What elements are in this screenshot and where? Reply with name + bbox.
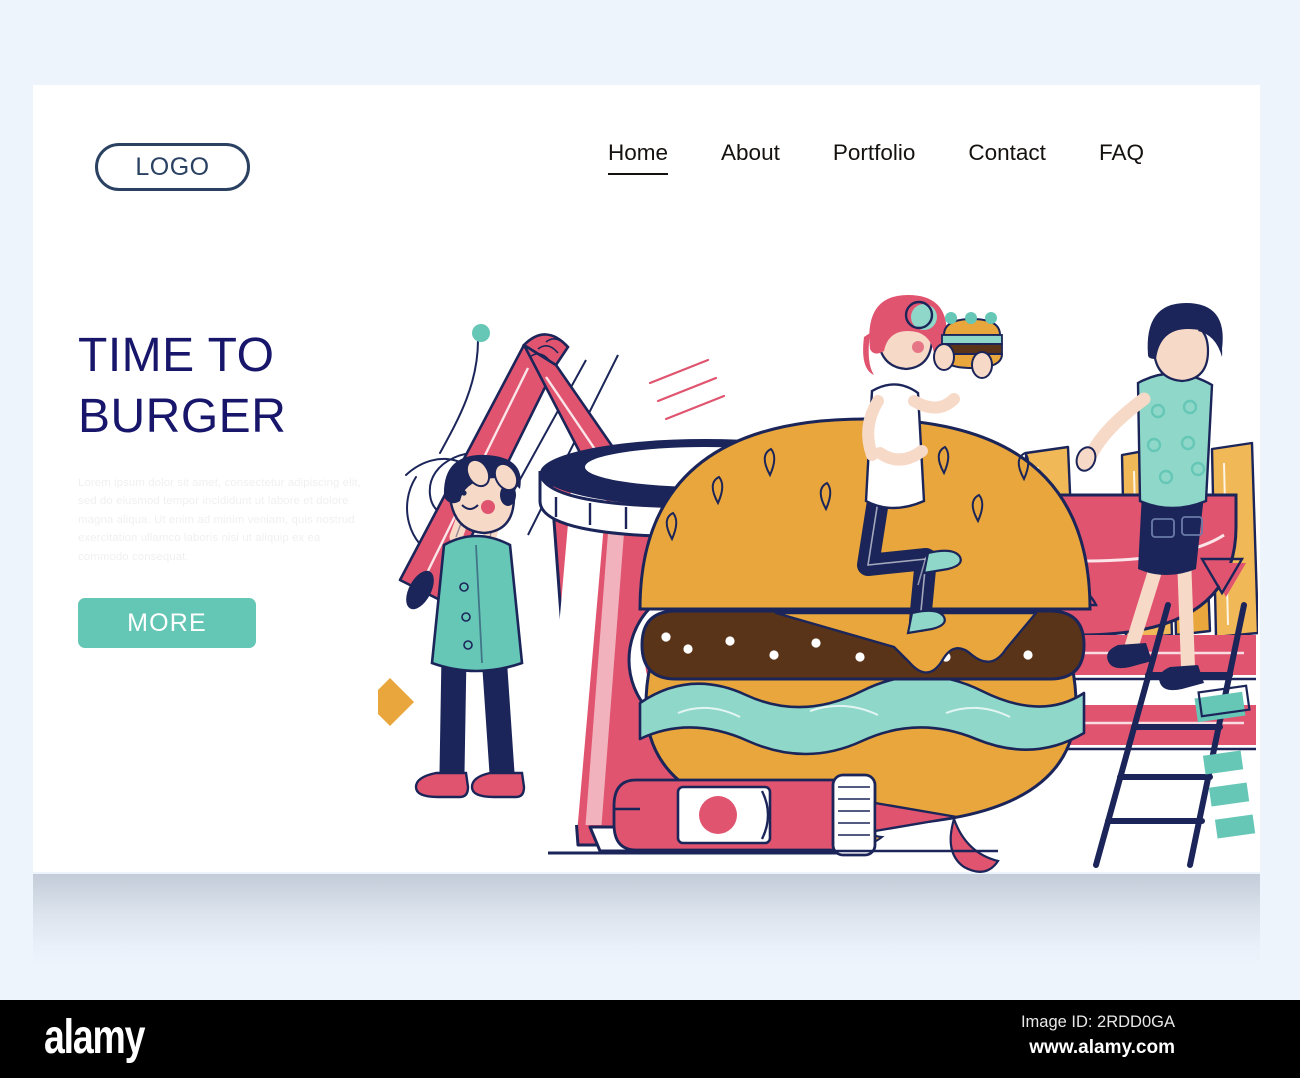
character-man-lifting-straw: [414, 454, 526, 799]
nav-item-portfolio[interactable]: Portfolio: [833, 140, 916, 173]
more-button[interactable]: MORE: [78, 598, 256, 649]
nav-item-about[interactable]: About: [721, 140, 780, 173]
page-title: TIME TO BURGER: [78, 329, 287, 444]
site-header: LOGO Home About Portfolio Contact FAQ: [33, 85, 1260, 205]
nav-item-contact[interactable]: Contact: [968, 140, 1046, 173]
alamy-url: www.alamy.com: [1029, 1037, 1175, 1058]
hero-illustration: [378, 205, 1258, 885]
decor-speed-lines: [648, 358, 726, 421]
page-stage: LOGO Home About Portfolio Contact FAQ TI…: [0, 0, 1300, 1000]
decor-dot-teal: [472, 324, 490, 342]
landing-page-card: LOGO Home About Portfolio Contact FAQ TI…: [33, 85, 1260, 873]
nav-item-faq[interactable]: FAQ: [1099, 140, 1144, 173]
logo-label: LOGO: [135, 152, 210, 181]
alamy-brand: alamy: [44, 1011, 145, 1064]
decor-diamond-orange: [378, 677, 415, 727]
alamy-image-id: Image ID: 2RDD0GA: [1020, 1013, 1175, 1031]
main-navigation: Home About Portfolio Contact FAQ: [608, 140, 1144, 175]
logo-button[interactable]: LOGO: [95, 143, 250, 191]
nav-item-home[interactable]: Home: [608, 140, 669, 175]
card-reflection: [33, 874, 1260, 966]
hero-paragraph: Lorem ipsum dolor sit amet, consectetur …: [78, 476, 361, 563]
alamy-watermark-bar: alamy Image ID: 2RDD0GA www.alamy.com: [0, 1000, 1300, 1078]
hero-section: TIME TO TIME TO BURGER Lorem ipsum dolor…: [78, 322, 408, 649]
